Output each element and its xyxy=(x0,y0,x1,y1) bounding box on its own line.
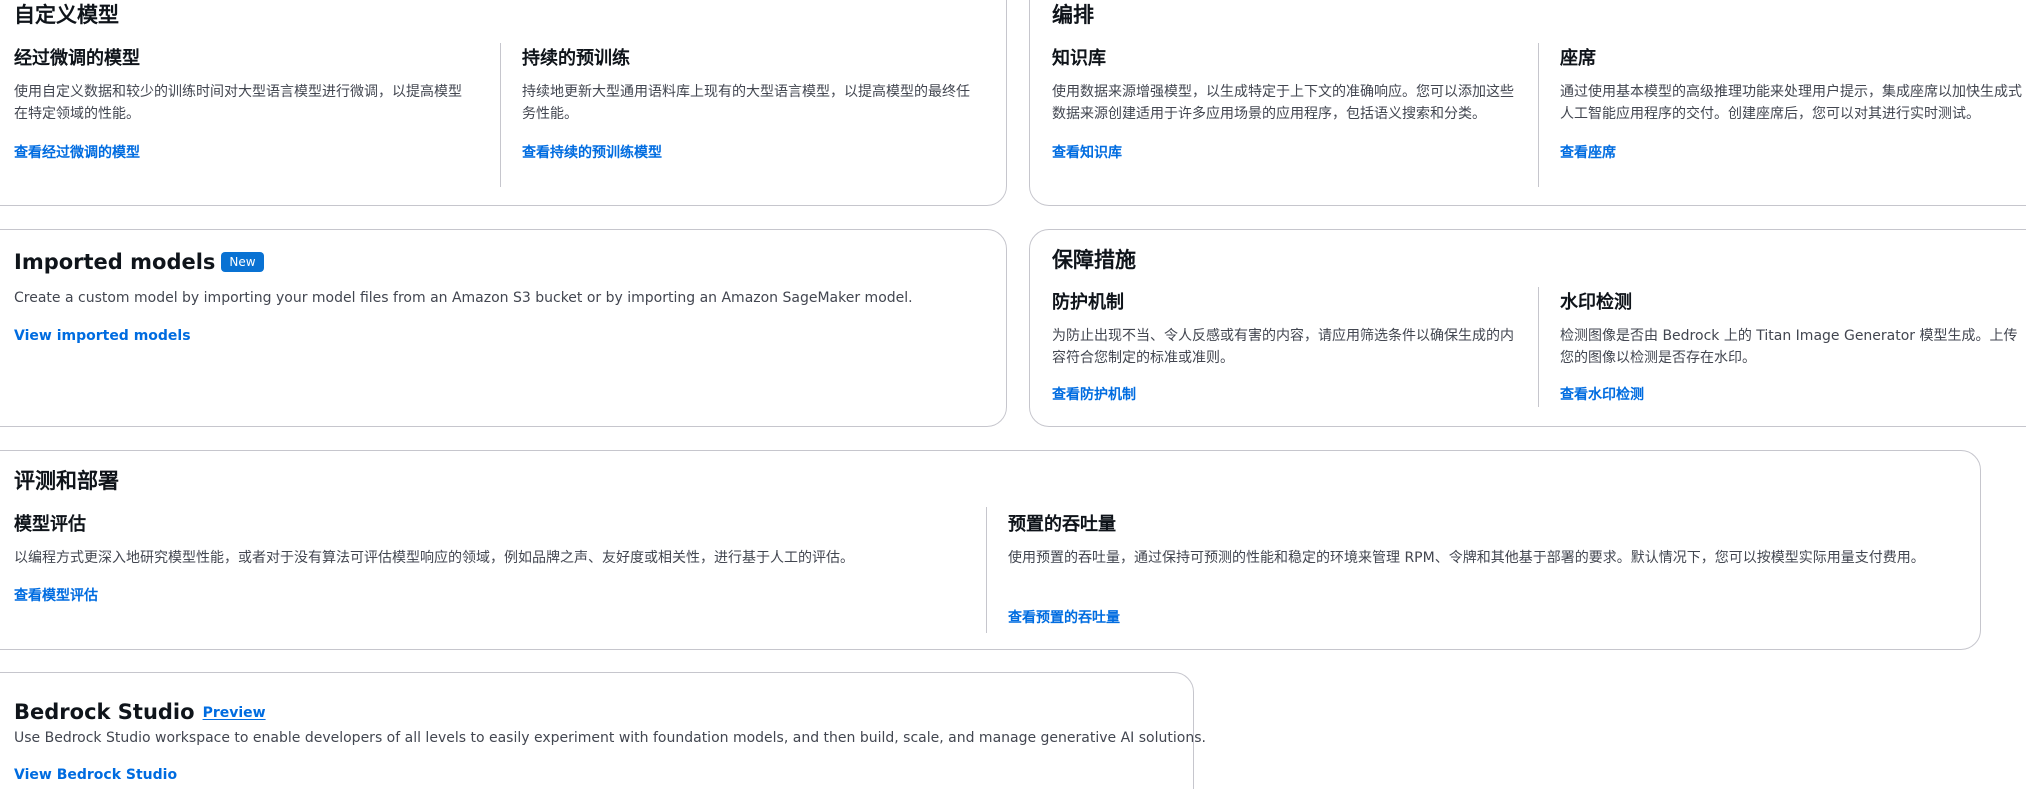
bedrock-studio-title: Bedrock Studio xyxy=(14,700,195,724)
safeguards-title: 保障措施 xyxy=(1052,248,1136,272)
imported-models-heading: Imported models New xyxy=(14,248,264,276)
provisioned-throughput-description: 使用预置的吞吐量，通过保持可预测的性能和稳定的环境来管理 RPM、令牌和其他基于… xyxy=(1008,550,1925,566)
knowledge-base-description: 使用数据来源增强模型，以生成特定于上下文的准确响应。您可以添加这些数据来源创建适… xyxy=(1052,84,1514,122)
continued-pretraining-section: 持续的预训练 持续地更新大型通用语料库上现有的大型语言模型，以提高模型的最终任务… xyxy=(522,47,977,187)
imported-models-description: Create a custom model by importing your … xyxy=(14,290,913,306)
view-agents-link[interactable]: 查看座席 xyxy=(1560,143,1616,163)
watermark-description: 检测图像是否由 Bedrock 上的 Titan Image Generator… xyxy=(1560,328,2018,366)
provisioned-throughput-section: 预置的吞吐量 使用预置的吞吐量，通过保持可预测的性能和稳定的环境来管理 RPM、… xyxy=(1008,513,1958,633)
fine-tuned-title: 经过微调的模型 xyxy=(14,48,140,69)
agents-section: 座席 通过使用基本模型的高级推理功能来处理用户提示，集成座席以加快生成式人工智能… xyxy=(1560,47,2026,187)
view-provisioned-throughput-link[interactable]: 查看预置的吞吐量 xyxy=(1008,608,1120,628)
custom-models-card: 自定义模型 经过微调的模型 使用自定义数据和较少的训练时间对大型语言模型进行微调… xyxy=(0,0,1007,206)
view-continued-pretraining-link[interactable]: 查看持续的预训练模型 xyxy=(522,143,662,163)
bedrock-studio-card: Bedrock Studio Preview Use Bedrock Studio… xyxy=(0,672,1206,789)
safeguards-divider xyxy=(1538,287,1539,407)
agents-description: 通过使用基本模型的高级推理功能来处理用户提示，集成座席以加快生成式人工智能应用程… xyxy=(1560,84,2022,122)
imported-models-title: Imported models xyxy=(14,250,216,274)
view-bedrock-studio-link[interactable]: View Bedrock Studio xyxy=(14,765,177,785)
view-imported-models-link[interactable]: View imported models xyxy=(14,326,191,346)
continued-pretraining-description: 持续地更新大型通用语料库上现有的大型语言模型，以提高模型的最终任务性能。 xyxy=(522,84,970,122)
orchestration-title: 编排 xyxy=(1052,3,1094,27)
provisioned-throughput-title: 预置的吞吐量 xyxy=(1008,514,1116,535)
evaluation-divider xyxy=(986,507,987,633)
imported-models-card: Imported models New Create a custom model… xyxy=(0,229,1007,427)
knowledge-base-title: 知识库 xyxy=(1052,48,1106,69)
model-evaluation-description: 以编程方式更深入地研究模型性能，或者对于没有算法可评估模型响应的领域，例如品牌之… xyxy=(14,550,854,566)
page: 自定义模型 经过微调的模型 使用自定义数据和较少的训练时间对大型语言模型进行微调… xyxy=(0,0,2026,789)
view-model-evaluation-link[interactable]: 查看模型评估 xyxy=(14,586,98,606)
safeguards-card: 保障措施 防护机制 为防止出现不当、令人反感或有害的内容，请应用筛选条件以确保生… xyxy=(1029,229,2026,427)
view-knowledge-base-link[interactable]: 查看知识库 xyxy=(1052,143,1122,163)
orchestration-card: 编排 知识库 使用数据来源增强模型，以生成特定于上下文的准确响应。您可以添加这些… xyxy=(1029,0,2026,206)
agents-title: 座席 xyxy=(1560,48,1596,69)
bedrock-studio-description: Use Bedrock Studio workspace to enable d… xyxy=(14,730,1206,746)
continued-pretraining-title: 持续的预训练 xyxy=(522,48,630,69)
evaluation-title: 评测和部署 xyxy=(14,469,119,493)
model-evaluation-section: 模型评估 以编程方式更深入地研究模型性能，或者对于没有算法可评估模型响应的领域，… xyxy=(14,513,964,633)
watermark-title: 水印检测 xyxy=(1560,292,1632,313)
view-watermark-link[interactable]: 查看水印检测 xyxy=(1560,385,1644,405)
fine-tuned-description: 使用自定义数据和较少的训练时间对大型语言模型进行微调，以提高模型在特定领域的性能… xyxy=(14,84,462,122)
knowledge-base-section: 知识库 使用数据来源增强模型，以生成特定于上下文的准确响应。您可以添加这些数据来… xyxy=(1052,47,1514,187)
fine-tuned-section: 经过微调的模型 使用自定义数据和较少的训练时间对大型语言模型进行微调，以提高模型… xyxy=(14,47,469,187)
guardrails-title: 防护机制 xyxy=(1052,292,1124,313)
view-fine-tuned-link[interactable]: 查看经过微调的模型 xyxy=(14,143,140,163)
custom-models-divider xyxy=(500,43,501,187)
evaluation-card: 评测和部署 模型评估 以编程方式更深入地研究模型性能，或者对于没有算法可评估模型… xyxy=(0,450,1981,650)
orchestration-divider xyxy=(1538,43,1539,187)
guardrails-section: 防护机制 为防止出现不当、令人反感或有害的内容，请应用筛选条件以确保生成的内容符… xyxy=(1052,291,1514,411)
bedrock-studio-heading: Bedrock Studio Preview xyxy=(14,698,266,727)
preview-badge[interactable]: Preview xyxy=(203,699,266,727)
guardrails-description: 为防止出现不当、令人反感或有害的内容，请应用筛选条件以确保生成的内容符合您制定的… xyxy=(1052,328,1514,366)
new-badge: New xyxy=(221,252,264,272)
watermark-section: 水印检测 检测图像是否由 Bedrock 上的 Titan Image Gene… xyxy=(1560,291,2026,411)
custom-models-title: 自定义模型 xyxy=(14,3,119,27)
model-evaluation-title: 模型评估 xyxy=(14,514,86,535)
view-guardrails-link[interactable]: 查看防护机制 xyxy=(1052,385,1136,405)
